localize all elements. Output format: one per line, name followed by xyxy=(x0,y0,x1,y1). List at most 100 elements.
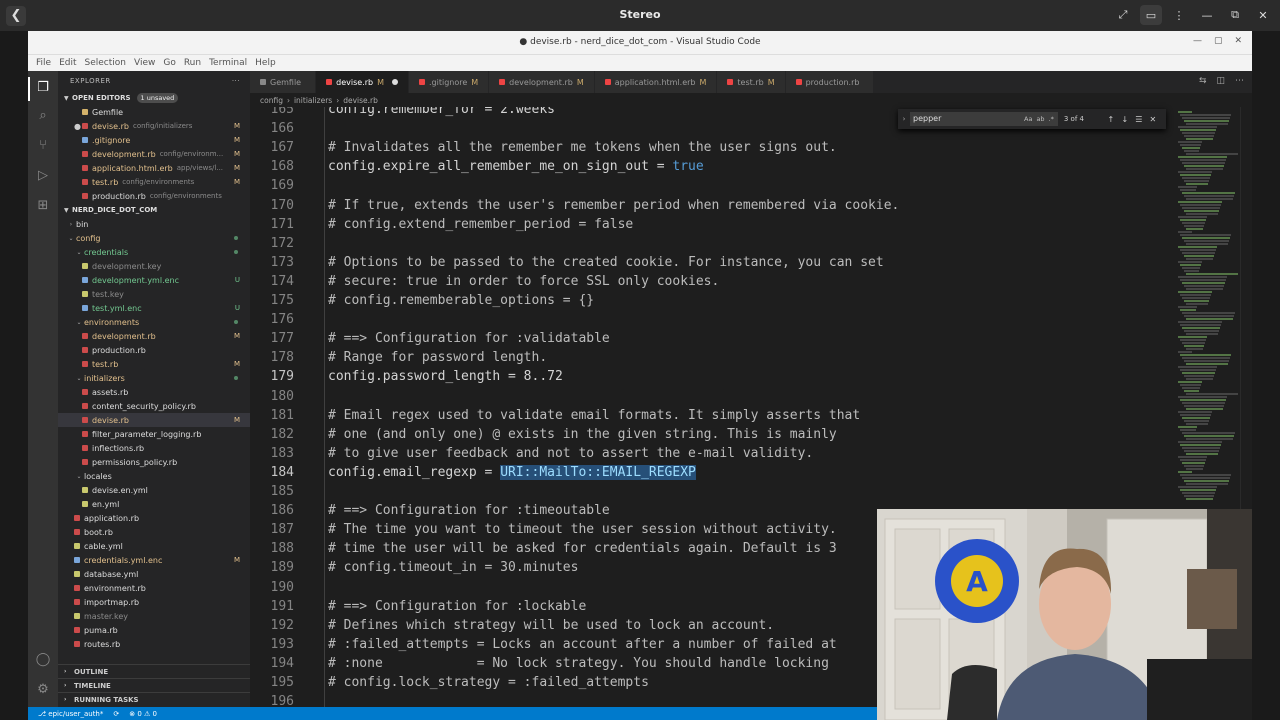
file-item[interactable]: development.key xyxy=(58,259,250,273)
file-item[interactable]: en.yml xyxy=(58,497,250,511)
menu-terminal[interactable]: Terminal xyxy=(209,58,247,68)
file-item[interactable]: credentials.yml.enc M xyxy=(58,553,250,567)
more-options-icon[interactable]: ⋮ xyxy=(1168,5,1190,25)
split-editor-icon[interactable]: ◫ xyxy=(1216,76,1225,86)
tab-test-rb[interactable]: test.rb M xyxy=(717,71,786,93)
file-icon xyxy=(82,431,88,437)
file-item[interactable]: test.rb M xyxy=(58,357,250,371)
open-editor-item[interactable]: Gemfile xyxy=(58,105,250,119)
run-debug-icon[interactable]: ▷ xyxy=(34,167,52,185)
problems-indicator[interactable]: ⊗ 0 ⚠ 0 xyxy=(129,710,157,718)
tab-development-rb[interactable]: development.rb M xyxy=(489,71,595,93)
minimize-icon[interactable]: — xyxy=(1196,5,1218,25)
tab-production-rb[interactable]: production.rb xyxy=(785,71,875,93)
menu-edit[interactable]: Edit xyxy=(59,58,76,68)
breadcrumb-item[interactable]: initializers xyxy=(294,96,332,105)
file-item[interactable]: filter_parameter_logging.rb xyxy=(58,427,250,441)
open-editor-item[interactable]: development.rb config/environm... M xyxy=(58,147,250,161)
code-text: # :failed_attempts = Locks an account af… xyxy=(328,635,837,654)
menu-help[interactable]: Help xyxy=(255,58,276,68)
expand-replace-icon[interactable]: › xyxy=(898,115,910,123)
extensions-icon[interactable]: ⊞ xyxy=(34,197,52,215)
file-item[interactable]: test.yml.enc U xyxy=(58,301,250,315)
file-item[interactable]: master.key xyxy=(58,609,250,623)
menu-selection[interactable]: Selection xyxy=(85,58,126,68)
file-item[interactable]: devise.rb M xyxy=(58,413,250,427)
close-icon[interactable]: ✕ xyxy=(1252,5,1274,25)
tab-devise-rb[interactable]: devise.rb M xyxy=(316,71,409,93)
compare-icon[interactable]: ⇆ xyxy=(1199,76,1207,86)
open-editor-item[interactable]: production.rb config/environments xyxy=(58,189,250,203)
breadcrumb-item[interactable]: config xyxy=(260,96,283,105)
file-item[interactable]: boot.rb xyxy=(58,525,250,539)
project-section[interactable]: ▼ NERD_DICE_DOT_COM xyxy=(58,203,250,217)
unsaved-dot-icon[interactable] xyxy=(391,79,398,85)
folder-item[interactable]: ⌄ credentials xyxy=(58,245,250,259)
search-icon[interactable]: ⌕ xyxy=(34,107,52,125)
tab--gitignore[interactable]: .gitignore M xyxy=(408,71,490,93)
close-find-icon[interactable]: ✕ xyxy=(1146,115,1160,124)
find-in-selection-icon[interactable]: ☰ xyxy=(1132,115,1146,124)
chat-icon[interactable]: ▭ xyxy=(1140,5,1162,25)
window-close-icon[interactable]: ✕ xyxy=(1234,36,1242,46)
file-item[interactable]: environment.rb xyxy=(58,581,250,595)
file-item[interactable]: content_security_policy.rb xyxy=(58,399,250,413)
breadcrumb-item[interactable]: devise.rb xyxy=(343,96,378,105)
folder-item[interactable]: ⌄ initializers xyxy=(58,371,250,385)
match-case-toggle[interactable]: Aa xyxy=(1024,115,1032,123)
open-editors-section[interactable]: ▼ OPEN EDITORS 1 unsaved xyxy=(58,91,250,105)
file-item[interactable]: devise.en.yml xyxy=(58,483,250,497)
file-item[interactable]: application.rb xyxy=(58,511,250,525)
file-item[interactable]: production.rb xyxy=(58,343,250,357)
window-minimize-icon[interactable]: — xyxy=(1193,36,1202,46)
menu-run[interactable]: Run xyxy=(184,58,201,68)
restore-icon[interactable]: ⧉ xyxy=(1224,5,1246,25)
file-item[interactable]: routes.rb xyxy=(58,637,250,651)
minimap-line xyxy=(1178,411,1212,413)
whole-word-toggle[interactable]: ab xyxy=(1036,115,1044,123)
file-item[interactable]: cable.yml xyxy=(58,539,250,553)
unsaved-dot-icon[interactable]: ● xyxy=(74,122,82,131)
file-item[interactable]: database.yml xyxy=(58,567,250,581)
next-match-icon[interactable]: ↓ xyxy=(1118,115,1132,124)
timeline-section[interactable]: › TIMELINE xyxy=(58,678,250,692)
fullscreen-icon[interactable]: ⤢ xyxy=(1112,5,1134,25)
running-tasks-section[interactable]: › RUNNING TASKS xyxy=(58,692,250,706)
file-item[interactable]: assets.rb xyxy=(58,385,250,399)
open-editor-item[interactable]: .gitignore M xyxy=(58,133,250,147)
menu-file[interactable]: File xyxy=(36,58,51,68)
line-number: 182 xyxy=(270,426,294,442)
source-control-icon[interactable]: ⑂ xyxy=(34,137,52,155)
file-item[interactable]: permissions_policy.rb xyxy=(58,455,250,469)
find-input[interactable]: pepper xyxy=(910,112,1020,126)
file-item[interactable]: importmap.rb xyxy=(58,595,250,609)
file-item[interactable]: development.yml.enc U xyxy=(58,273,250,287)
file-item[interactable]: development.rb M xyxy=(58,329,250,343)
folder-item[interactable]: ⌄ config xyxy=(58,231,250,245)
settings-gear-icon[interactable]: ⚙ xyxy=(34,681,52,699)
folder-item[interactable]: ⌄ environments xyxy=(58,315,250,329)
tab-application-html-erb[interactable]: application.html.erb M xyxy=(594,71,718,93)
window-maximize-icon[interactable]: ▢ xyxy=(1214,36,1223,46)
previous-match-icon[interactable]: ↑ xyxy=(1104,115,1118,124)
menu-go[interactable]: Go xyxy=(163,58,175,68)
explorer-more-icon[interactable]: ··· xyxy=(232,77,240,85)
file-item[interactable]: inflections.rb xyxy=(58,441,250,455)
file-item[interactable]: test.key xyxy=(58,287,250,301)
open-editor-item[interactable]: test.rb config/environments M xyxy=(58,175,250,189)
open-editor-item[interactable]: ● devise.rb config/initializers M xyxy=(58,119,250,133)
file-item[interactable]: puma.rb xyxy=(58,623,250,637)
minimap-line xyxy=(1182,372,1215,374)
sync-icon[interactable]: ⟳ xyxy=(113,710,119,718)
tab-gemfile[interactable]: Gemfile xyxy=(250,71,317,93)
more-actions-icon[interactable]: ⋯ xyxy=(1235,76,1244,86)
account-icon[interactable]: ◯ xyxy=(34,651,52,669)
branch-indicator[interactable]: ⎇ epic/user_auth* xyxy=(38,710,103,718)
regex-toggle[interactable]: .* xyxy=(1049,115,1054,123)
outline-section[interactable]: › OUTLINE xyxy=(58,664,250,678)
folder-item[interactable]: › bin xyxy=(58,217,250,231)
open-editor-item[interactable]: application.html.erb app/views/l... M xyxy=(58,161,250,175)
explorer-icon[interactable]: ❐ xyxy=(34,79,52,97)
folder-item[interactable]: ⌄ locales xyxy=(58,469,250,483)
menu-view[interactable]: View xyxy=(134,58,155,68)
